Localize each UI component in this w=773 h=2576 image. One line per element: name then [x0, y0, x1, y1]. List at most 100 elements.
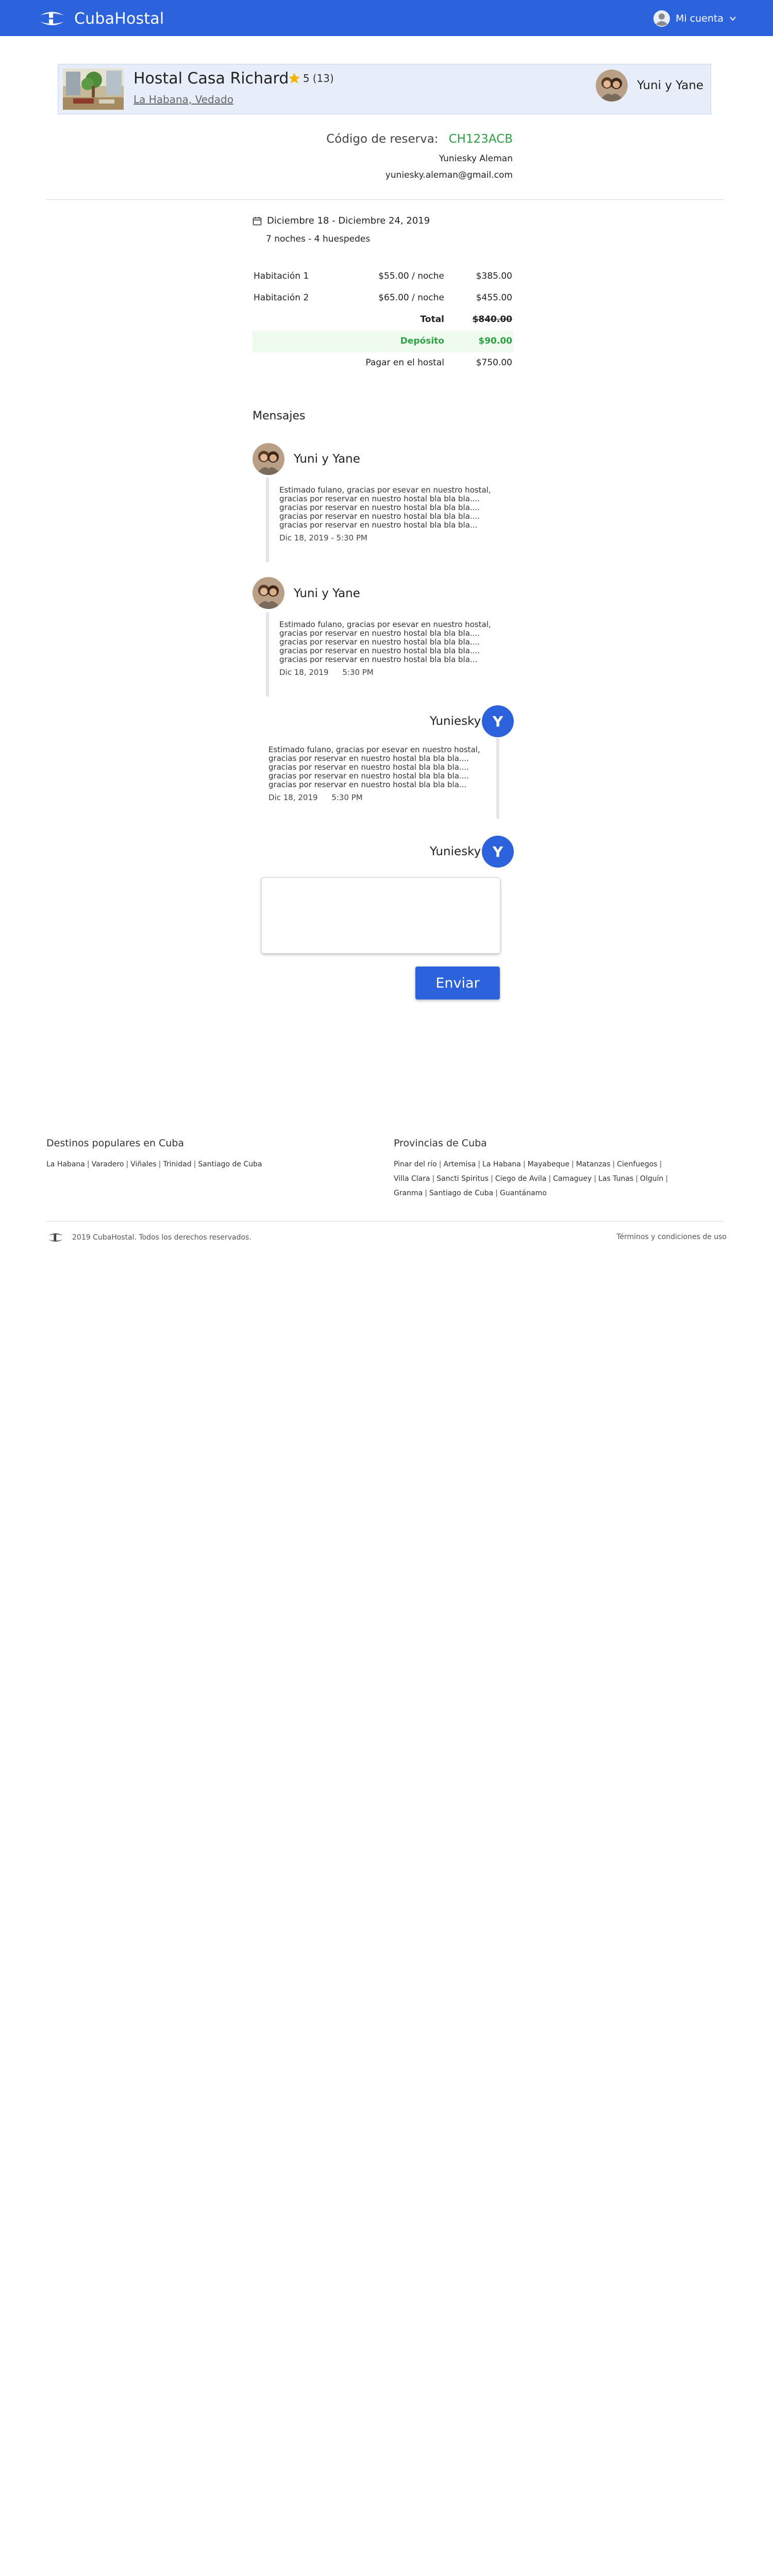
- message-reply-input[interactable]: [261, 877, 500, 954]
- link-separator: |: [594, 1175, 597, 1183]
- footer-link[interactable]: Santiago de Cuba: [198, 1160, 262, 1168]
- footer-link[interactable]: Santiago de Cuba: [429, 1189, 493, 1197]
- message-text: Estimado fulano, gracias por esevar en n…: [279, 620, 491, 664]
- footer-link[interactable]: Granma: [394, 1189, 423, 1197]
- footer-link[interactable]: Pinar del río: [394, 1160, 437, 1168]
- link-separator: |: [659, 1160, 662, 1168]
- message-date: Dic 18, 2019: [268, 793, 318, 802]
- link-separator: |: [193, 1160, 196, 1168]
- terms-link[interactable]: Términos y condiciones de uso: [616, 1233, 727, 1241]
- message-sender: Yuni y Yane: [294, 452, 360, 466]
- nights-count: 7 noches: [266, 234, 306, 244]
- link-separator: |: [665, 1175, 668, 1183]
- footer-link[interactable]: Camaguey: [553, 1175, 592, 1183]
- footer-link[interactable]: Matanzas: [576, 1160, 611, 1168]
- footer-link[interactable]: Varadero: [92, 1160, 124, 1168]
- message-timestamp: Dic 18, 2019 5:30 PM: [279, 668, 500, 677]
- host-info[interactable]: Yuni y Yane: [596, 70, 703, 101]
- link-separator: |: [572, 1160, 574, 1168]
- provinces-heading: Provincias de Cuba: [394, 1138, 487, 1149]
- footer-link[interactable]: Trinidad: [163, 1160, 191, 1168]
- stay-dates-text: Diciembre 18 - Diciembre 24, 2019: [267, 215, 430, 226]
- message-time: 5:30 PM: [342, 668, 374, 677]
- message-time: 5:30 PM: [336, 533, 367, 543]
- link-separator: |: [126, 1160, 129, 1168]
- room-label: Habitación 1: [254, 271, 309, 281]
- message-text: Estimado fulano, gracias por esevar en n…: [268, 745, 480, 789]
- user-initial-avatar: Y: [482, 705, 514, 737]
- link-separator: |: [612, 1160, 615, 1168]
- link-separator: |: [491, 1175, 493, 1183]
- footer-link[interactable]: La Habana: [46, 1160, 85, 1168]
- link-separator: |: [495, 1189, 498, 1197]
- provinces-line: Villa Clara | Sancti Spiritus | Ciego de Avi…: [394, 1172, 670, 1186]
- room-amount: $455.00: [476, 293, 512, 303]
- footer-link[interactable]: Viñales: [130, 1160, 156, 1168]
- footer-link[interactable]: Artemisa: [443, 1160, 476, 1168]
- destinations-heading: Destinos populares en Cuba: [46, 1138, 184, 1149]
- user-avatar-icon: [653, 10, 670, 27]
- message-date: Dic 18, 2019: [279, 668, 329, 677]
- section-divider: [46, 199, 724, 200]
- cubahostal-logo-icon: [40, 12, 64, 25]
- rating: 5 (13): [288, 72, 334, 85]
- footer-link[interactable]: Guantánamo: [500, 1189, 547, 1197]
- footer-link[interactable]: Villa Clara: [394, 1175, 430, 1183]
- footer-link[interactable]: Las Tunas: [598, 1175, 633, 1183]
- footer-link[interactable]: Cienfuegos: [617, 1160, 657, 1168]
- star-icon: [289, 73, 300, 83]
- message-time: 5:30 PM: [331, 793, 363, 802]
- message-timestamp: Dic 18, 2019 5:30 PM: [268, 793, 487, 802]
- footer-link[interactable]: Sancti Spiritus: [436, 1175, 489, 1183]
- link-separator: |: [439, 1160, 442, 1168]
- hostal-title[interactable]: Hostal Casa Richard: [133, 70, 289, 88]
- guests-count: 4 huespedes: [314, 234, 371, 244]
- destinations-links: La Habana | Varadero | Viñales | Trinidad | Sant…: [46, 1157, 262, 1172]
- provinces-links: Pinar del río | Artemisa | La Habana | Mayabeq…: [394, 1157, 670, 1200]
- price-row: Habitación 1 $55.00 / noche $385.00: [253, 266, 513, 287]
- pay-at-hostal-label: Pagar en el hostal: [365, 358, 444, 368]
- guest-name: Yuniesky Aleman: [439, 154, 513, 164]
- brand-link[interactable]: CubaHostal: [37, 8, 164, 29]
- footer-link[interactable]: Ciego de Avila: [495, 1175, 547, 1183]
- host-avatar: [596, 70, 628, 101]
- send-button[interactable]: Enviar: [415, 967, 500, 999]
- stay-separator: -: [308, 234, 314, 244]
- footer-divider: [46, 1221, 724, 1222]
- provinces-line: Granma | Santiago de Cuba | Guantánamo: [394, 1186, 670, 1200]
- hostal-thumbnail[interactable]: [63, 69, 124, 110]
- hostal-location-link[interactable]: La Habana, Vedado: [133, 93, 233, 106]
- link-separator: |: [425, 1189, 427, 1197]
- host-avatar: [253, 577, 284, 609]
- price-breakdown: Habitación 1 $55.00 / noche $385.00 Habi…: [253, 266, 513, 374]
- reservation-code-label: Código de reserva:: [326, 132, 439, 146]
- stay-dates: Diciembre 18 - Diciembre 24, 2019: [253, 215, 430, 226]
- footer-link[interactable]: Olguín: [640, 1175, 663, 1183]
- reservation-code: Código de reserva: CH123ACB: [326, 132, 513, 146]
- message-timestamp: Dic 18, 2019 - 5:30 PM: [279, 533, 500, 543]
- reply-sender: Yuniesky: [430, 845, 481, 858]
- account-label: Mi cuenta: [675, 13, 724, 24]
- deposit-label: Depósito: [400, 336, 444, 346]
- message-sender: Yuni y Yane: [294, 587, 360, 600]
- listing-card: Hostal Casa Richard 5 (13) La Habana, Ve…: [58, 64, 711, 114]
- deposit-amount: $90.00: [478, 336, 512, 346]
- message-bubble: Estimado fulano, gracias por esevar en n…: [266, 478, 500, 562]
- total-row: Total $840.00: [253, 309, 513, 331]
- footer-link[interactable]: Mayabeque: [528, 1160, 569, 1168]
- room-amount: $385.00: [476, 271, 512, 281]
- chevron-down-icon: [730, 16, 736, 21]
- link-separator: |: [87, 1160, 90, 1168]
- total-amount: $840.00: [472, 314, 512, 325]
- link-separator: |: [432, 1175, 435, 1183]
- message-text: Estimado fulano, gracias por esevar en n…: [279, 485, 491, 530]
- message-time-separator: -: [331, 533, 334, 543]
- deposit-row: Depósito $90.00: [253, 331, 513, 352]
- brand-name: CubaHostal: [74, 9, 164, 28]
- account-menu[interactable]: Mi cuenta: [653, 9, 737, 28]
- footer-link[interactable]: La Habana: [482, 1160, 521, 1168]
- copyright-text: 2019 CubaHostal. Todos los derechos rese…: [72, 1233, 251, 1242]
- room-rate: $65.00 / noche: [378, 293, 444, 303]
- message-bubble: Estimado fulano, gracias por esevar en n…: [260, 738, 499, 819]
- guest-email: yuniesky.aleman@gmail.com: [385, 170, 513, 180]
